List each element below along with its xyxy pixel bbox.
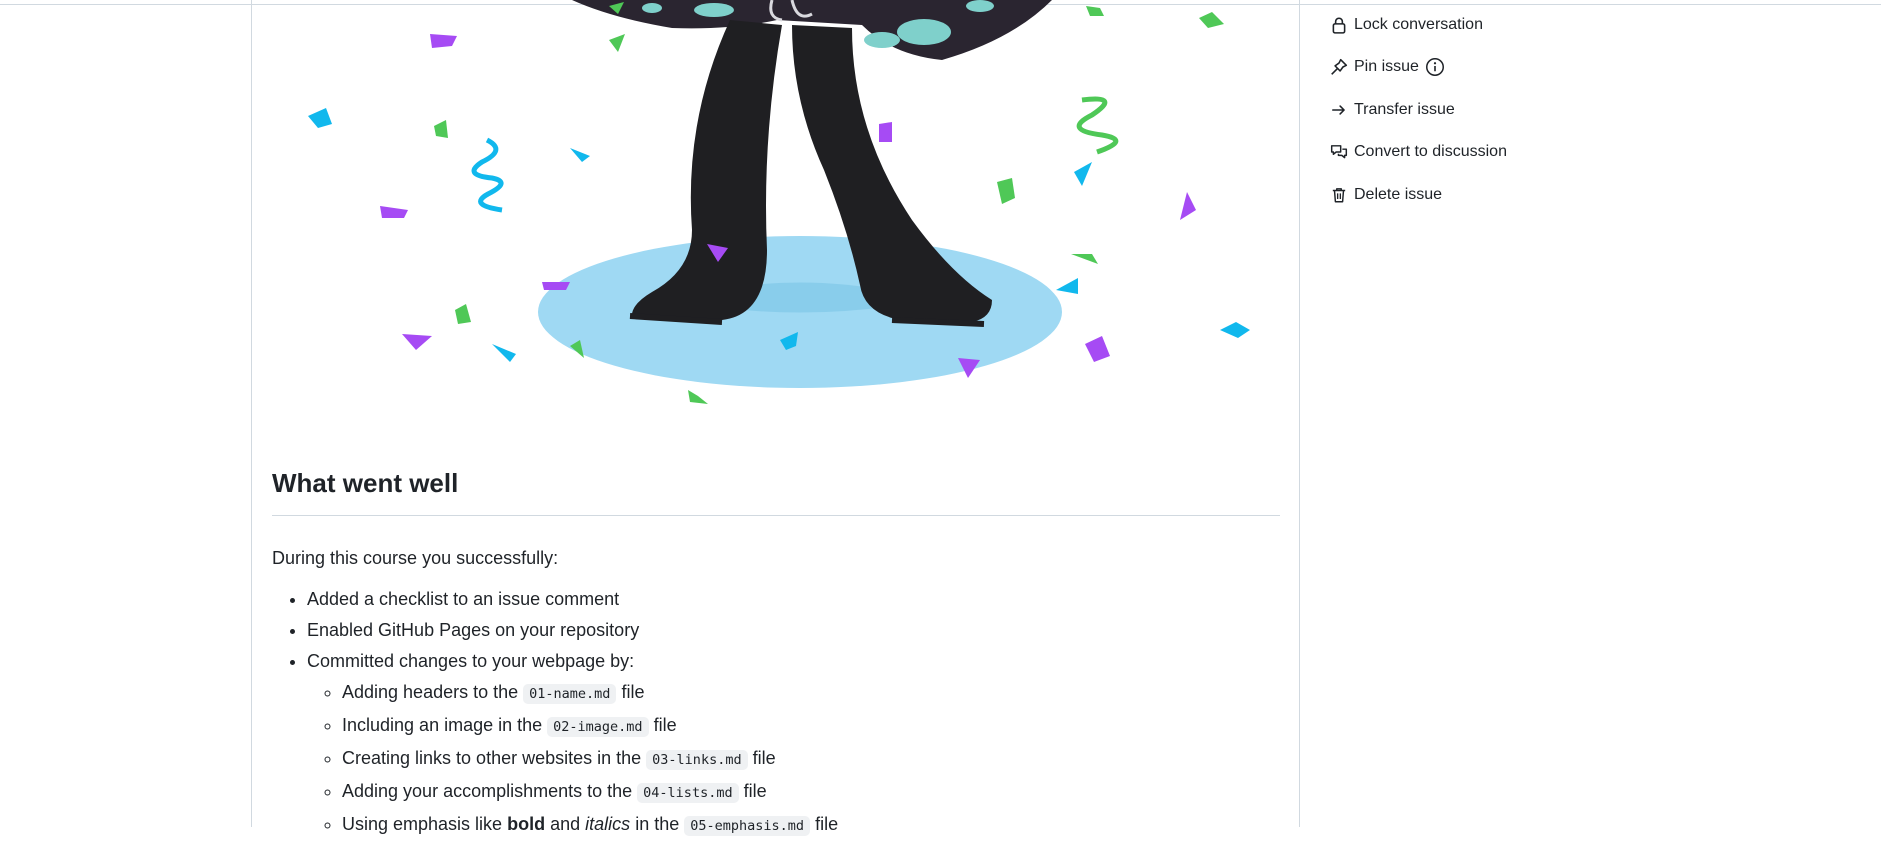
pin-icon	[1331, 58, 1348, 75]
pin-issue-button[interactable]: Pin issue	[1330, 52, 1445, 82]
info-icon[interactable]	[1425, 57, 1445, 77]
file-name-code: 05-emphasis.md	[684, 816, 811, 836]
sub-list-item: Creating links to other websites in the …	[342, 743, 1280, 776]
sub-list-item: Adding your accomplishments to the 04-li…	[342, 776, 1280, 809]
delete-issue-button[interactable]: Delete issue	[1330, 180, 1442, 210]
comment-discussion-icon	[1330, 145, 1348, 159]
sub-list-item: Adding headers to the 01-name.md file	[342, 677, 1280, 710]
issue-body: What went well During this course you su…	[251, 0, 1300, 836]
file-name-code: 01-name.md	[523, 684, 617, 704]
trash-icon	[1332, 188, 1346, 203]
list-item: Enabled GitHub Pages on your repository	[307, 615, 1280, 646]
sub-list-item: Including an image in the 02-image.md fi…	[342, 710, 1280, 743]
convert-to-discussion-button[interactable]: Convert to discussion	[1330, 137, 1507, 167]
lock-conversation-button[interactable]: Lock conversation	[1330, 10, 1483, 40]
file-name-code: 02-image.md	[547, 717, 649, 737]
lock-icon	[1332, 17, 1346, 34]
list-item: Committed changes to your webpage by: Ad…	[307, 646, 1280, 842]
sub-list: Adding headers to the 01-name.md file In…	[307, 677, 1280, 842]
file-name-code: 03-links.md	[646, 750, 748, 770]
section-heading: What went well	[272, 455, 1280, 516]
arrow-right-icon	[1332, 105, 1345, 115]
markdown-body: What went well During this course you su…	[272, 455, 1280, 842]
accomplishment-list: Added a checklist to an issue comment En…	[272, 584, 1280, 842]
italic-text: italics	[585, 814, 631, 834]
list-item: Added a checklist to an issue comment	[307, 584, 1280, 615]
transfer-issue-button[interactable]: Transfer issue	[1330, 95, 1455, 125]
celebration-illustration	[308, 0, 1250, 404]
file-name-code: 04-lists.md	[637, 783, 739, 803]
intro-text: During this course you successfully:	[272, 548, 559, 568]
bold-text: bold	[507, 814, 546, 834]
sub-list-item: Using emphasis like bold and italics in …	[342, 809, 1280, 842]
